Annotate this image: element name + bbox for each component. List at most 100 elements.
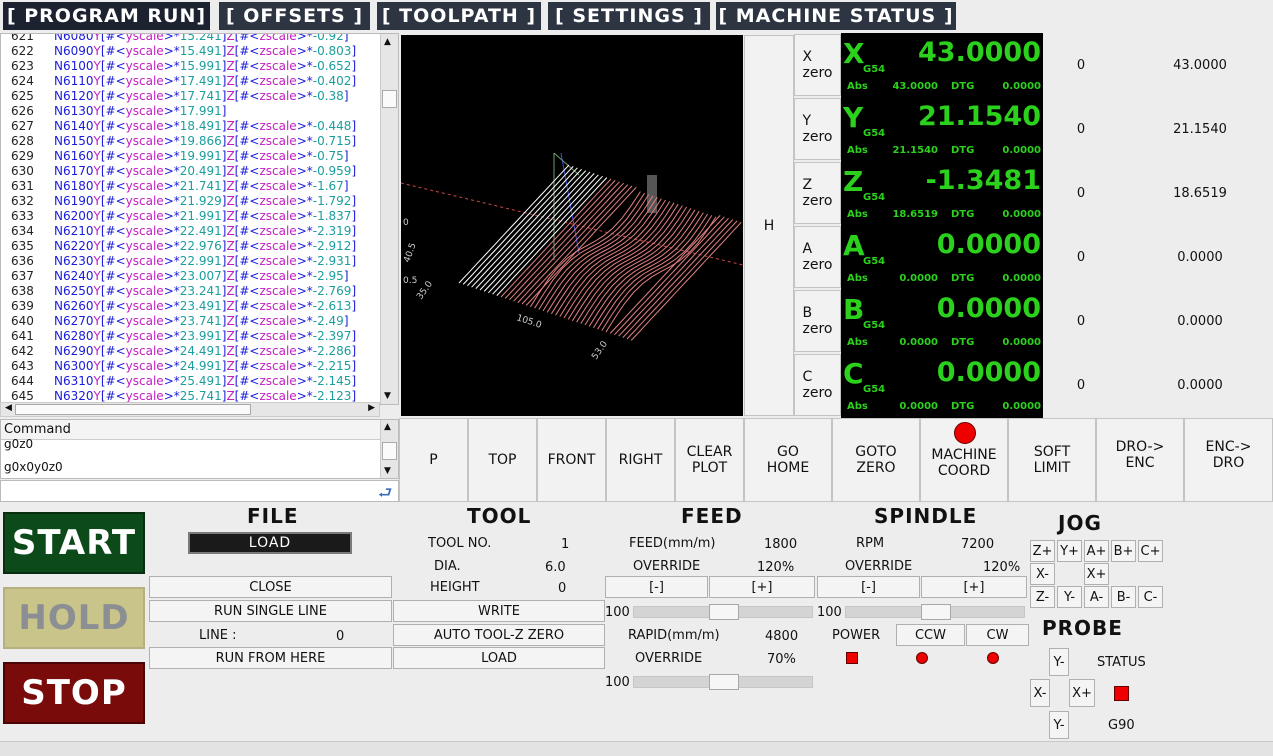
jog-y-plus-button[interactable]: Y+ (1057, 540, 1082, 562)
probe-y-minus-button[interactable]: Y- (1049, 711, 1069, 739)
slider-knob[interactable] (709, 604, 739, 620)
scroll-left-icon[interactable]: ◀ (5, 403, 12, 413)
toolbar-button-p[interactable]: P (399, 418, 468, 502)
auto-tool-z-zero-button[interactable]: AUTO TOOL-Z ZERO (393, 624, 605, 646)
jog-z-minus-button[interactable]: Z- (1030, 586, 1055, 608)
start-button[interactable]: START (3, 512, 145, 574)
hold-button[interactable]: HOLD (3, 587, 145, 649)
feed-override-slider[interactable] (633, 604, 813, 620)
slider-knob[interactable] (921, 604, 951, 620)
zero-a-button[interactable]: A zero (794, 226, 841, 288)
zero-x-button[interactable]: X zero (794, 34, 841, 96)
feed-minus-button[interactable]: [-] (605, 576, 708, 598)
run-single-line-button[interactable]: RUN SINGLE LINE (149, 600, 392, 622)
command-history-item[interactable]: g0z0 (4, 437, 33, 451)
dro-display: X G54 43.0000 Abs 43.0000 DTG 0.0000 Y G54 21.154… (841, 33, 1043, 418)
jog-b-minus-button[interactable]: B- (1111, 586, 1136, 608)
jog-c-plus-button[interactable]: C+ (1138, 540, 1163, 562)
jog-x-minus-button[interactable]: X- (1030, 563, 1055, 585)
tab-toolpath[interactable]: [ TOOLPATH ] (377, 2, 541, 30)
command-scroll-thumb[interactable] (382, 442, 397, 460)
gcode-line-number: 626 (11, 104, 34, 118)
tab-offsets[interactable]: [ OFFSETS ] (219, 2, 370, 30)
dim-label-z: 40.5 (402, 242, 418, 264)
enter-icon[interactable]: ⮐ (378, 482, 392, 509)
probe-x-plus-button[interactable]: X+ (1069, 679, 1095, 707)
command-vscrollbar[interactable]: ▲ ▼ (380, 420, 398, 478)
zero-z-button[interactable]: Z zero (794, 162, 841, 224)
tool-write-button[interactable]: WRITE (393, 600, 605, 622)
dro-dtg-label: DTG (951, 81, 975, 92)
toolbar-button-label: DRO-> ENC (1115, 439, 1165, 471)
gcode-hscroll-thumb[interactable] (15, 404, 251, 415)
toolbar-button-dro-enc[interactable]: DRO-> ENC (1096, 418, 1184, 502)
zero-c-button[interactable]: C zero (794, 354, 841, 416)
run-from-here-button[interactable]: RUN FROM HERE (149, 647, 392, 669)
toolbar-button-enc-dro[interactable]: ENC-> DRO (1184, 418, 1273, 502)
spindle-cw-button[interactable]: CW (966, 624, 1029, 646)
toolpath-ridges (458, 164, 742, 341)
gcode-line-text: N6210Y[#<yscale>*22.491]Z[#<zscale>*-2.3… (54, 224, 357, 238)
scroll-up-icon[interactable]: ▲ (384, 422, 391, 432)
gcode-listing[interactable]: 621 N6080Y[#<yscale>*15.241]Z[#<zscale>*-… (0, 33, 399, 405)
toolpath-pass (630, 222, 742, 341)
feed-override-label: OVERRIDE (633, 559, 701, 574)
gcode-line-text: N6120Y[#<yscale>*17.741]Z[#<zscale>*-0.3… (54, 89, 349, 103)
zero-b-button[interactable]: B zero (794, 290, 841, 352)
scroll-right-icon[interactable]: ▶ (368, 403, 375, 413)
home-all-button[interactable]: H (744, 35, 794, 416)
toolbar-button-go-home[interactable]: GO HOME (744, 418, 832, 502)
jog-b-plus-button[interactable]: B+ (1111, 540, 1136, 562)
probe-x-minus-button[interactable]: X- (1030, 679, 1050, 707)
feed-plus-button[interactable]: [+] (709, 576, 815, 598)
scroll-up-icon[interactable]: ▲ (384, 37, 391, 47)
jog-x-plus-button[interactable]: X+ (1084, 563, 1109, 585)
toolpath-3d-view[interactable]: 105.0 53.0 35.0 40.5 0.5 0 (400, 35, 744, 416)
file-load-button[interactable]: LOAD (188, 532, 352, 554)
tool-dia-label: DIA. (434, 559, 461, 574)
toolbar-button-machine-coord[interactable]: MACHINE COORD (920, 418, 1008, 502)
gcode-line-text: N6130Y[#<yscale>*17.991] (54, 104, 227, 118)
tab-program-run[interactable]: [ PROGRAM RUN] (3, 2, 210, 30)
file-close-button[interactable]: CLOSE (149, 576, 392, 598)
scroll-down-icon[interactable]: ▼ (384, 466, 391, 476)
dro-col1-value: 0 (1076, 250, 1086, 265)
jog-c-minus-button[interactable]: C- (1138, 586, 1163, 608)
gcode-vscrollbar[interactable]: ▲ ▼ (380, 34, 398, 404)
spindle-override-slider[interactable] (845, 604, 1025, 620)
stop-button[interactable]: STOP (3, 662, 145, 724)
gcode-scroll-thumb[interactable] (382, 90, 397, 108)
tab-settings[interactable]: [ SETTINGS ] (548, 2, 710, 30)
probe-y-plus-button[interactable]: Y- (1049, 648, 1069, 676)
tool-load-button[interactable]: LOAD (393, 647, 605, 669)
probe-status-label: STATUS (1097, 655, 1146, 670)
toolbar-button-top[interactable]: TOP (468, 418, 537, 502)
spindle-plus-button[interactable]: [+] (921, 576, 1027, 598)
dro-wcs-label: G54 (863, 320, 886, 331)
slider-knob[interactable] (709, 674, 739, 690)
toolbar-button-soft-limit[interactable]: SOFT LIMIT (1008, 418, 1096, 502)
toolbar-button-goto-zero[interactable]: GOTO ZERO (832, 418, 920, 502)
spindle-minus-button[interactable]: [-] (817, 576, 920, 598)
gcode-hscrollbar[interactable]: ◀ ▶ (0, 402, 380, 417)
dro-abs-label: Abs (847, 337, 868, 348)
jog-z-plus-button[interactable]: Z+ (1030, 540, 1055, 562)
toolbar-button-clear-plot[interactable]: CLEAR PLOT (675, 418, 744, 502)
toolbar-button-right[interactable]: RIGHT (606, 418, 675, 502)
scroll-down-icon[interactable]: ▼ (384, 391, 391, 401)
rapid-override-slider[interactable] (633, 674, 813, 690)
tab-machine-status[interactable]: [ MACHINE STATUS ] (716, 2, 956, 30)
jog-a-plus-button[interactable]: A+ (1084, 540, 1109, 562)
zero-y-button[interactable]: Y zero (794, 98, 841, 160)
command-history-item[interactable]: g0x0y0z0 (4, 460, 63, 474)
jog-a-minus-button[interactable]: A- (1084, 586, 1109, 608)
command-input[interactable] (0, 480, 399, 502)
gcode-line-text: N6300Y[#<yscale>*24.991]Z[#<zscale>*-2.2… (54, 359, 357, 373)
dro-axis-letter: Z (843, 165, 864, 198)
dro-abs-label: Abs (847, 209, 868, 220)
toolbar-button-front[interactable]: FRONT (537, 418, 606, 502)
jog-y-minus-button[interactable]: Y- (1057, 586, 1082, 608)
spindle-ccw-button[interactable]: CCW (896, 624, 965, 646)
cw-led (987, 652, 999, 664)
dro-dtg-label: DTG (951, 401, 975, 412)
